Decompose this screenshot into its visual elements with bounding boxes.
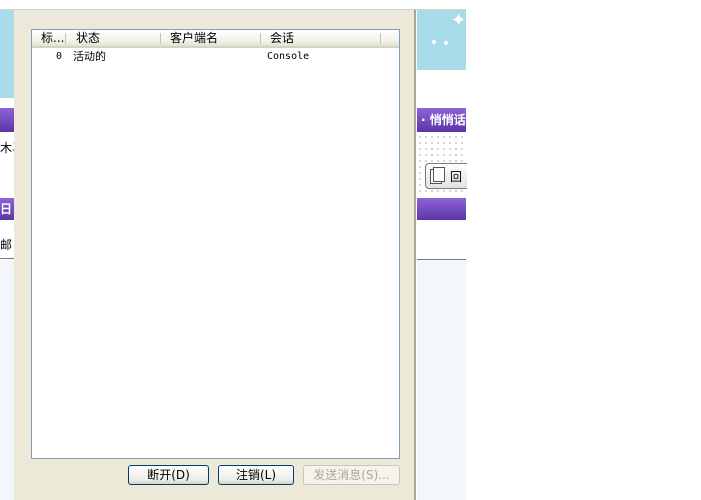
column-header-status[interactable]: 状态: [70, 30, 160, 46]
text-fragment: 木马: [0, 141, 14, 155]
divider: [0, 258, 14, 259]
reply-button-label: 回: [450, 169, 463, 184]
column-separator[interactable]: [260, 33, 261, 44]
background-lower-right: [417, 260, 466, 500]
column-separator[interactable]: [380, 33, 381, 44]
decor-dot: [444, 41, 448, 45]
nav-bar-right[interactable]: · 悄悄话: [417, 108, 466, 132]
banner-sky-right: ✦: [417, 10, 466, 70]
background-lower-left: [0, 260, 14, 500]
send-message-button[interactable]: 发送消息(S)...: [303, 465, 400, 485]
section-bar-right: [417, 198, 466, 220]
sessions-dialog: 标... 状态 客户端名 会话 0 活动的 Console 断开(D) 注销(L…: [14, 10, 416, 500]
column-separator[interactable]: [160, 33, 161, 44]
text-fragment: 邮: [0, 238, 13, 252]
sparkle-icon: ✦: [451, 10, 466, 31]
sessions-list[interactable]: 标... 状态 客户端名 会话 0 活动的 Console: [31, 29, 400, 459]
column-header-id[interactable]: 标...: [32, 30, 65, 46]
column-header-client[interactable]: 客户端名: [164, 30, 260, 46]
nav-bar-left: [0, 108, 14, 132]
column-header-session[interactable]: 会话: [264, 30, 380, 46]
document-icon: [430, 167, 446, 185]
disconnect-button[interactable]: 断开(D): [128, 465, 209, 485]
cell-id: 0: [56, 51, 63, 62]
banner-sky-left: [0, 10, 14, 98]
list-header: 标... 状态 客户端名 会话: [32, 30, 399, 48]
column-separator[interactable]: [65, 33, 66, 44]
reply-button[interactable]: 回: [425, 163, 467, 189]
logoff-button[interactable]: 注销(L): [218, 465, 294, 485]
decor-dot: [432, 40, 436, 44]
banner-band-right: [417, 70, 466, 98]
section-bar-label: 日: [0, 202, 13, 216]
cell-status: 活动的: [73, 50, 106, 63]
section-bar-left: 日: [0, 198, 14, 220]
cell-session: Console: [267, 51, 310, 62]
banner-link[interactable]: · 悄悄话: [417, 113, 466, 127]
table-row[interactable]: 0 活动的 Console: [32, 48, 399, 65]
